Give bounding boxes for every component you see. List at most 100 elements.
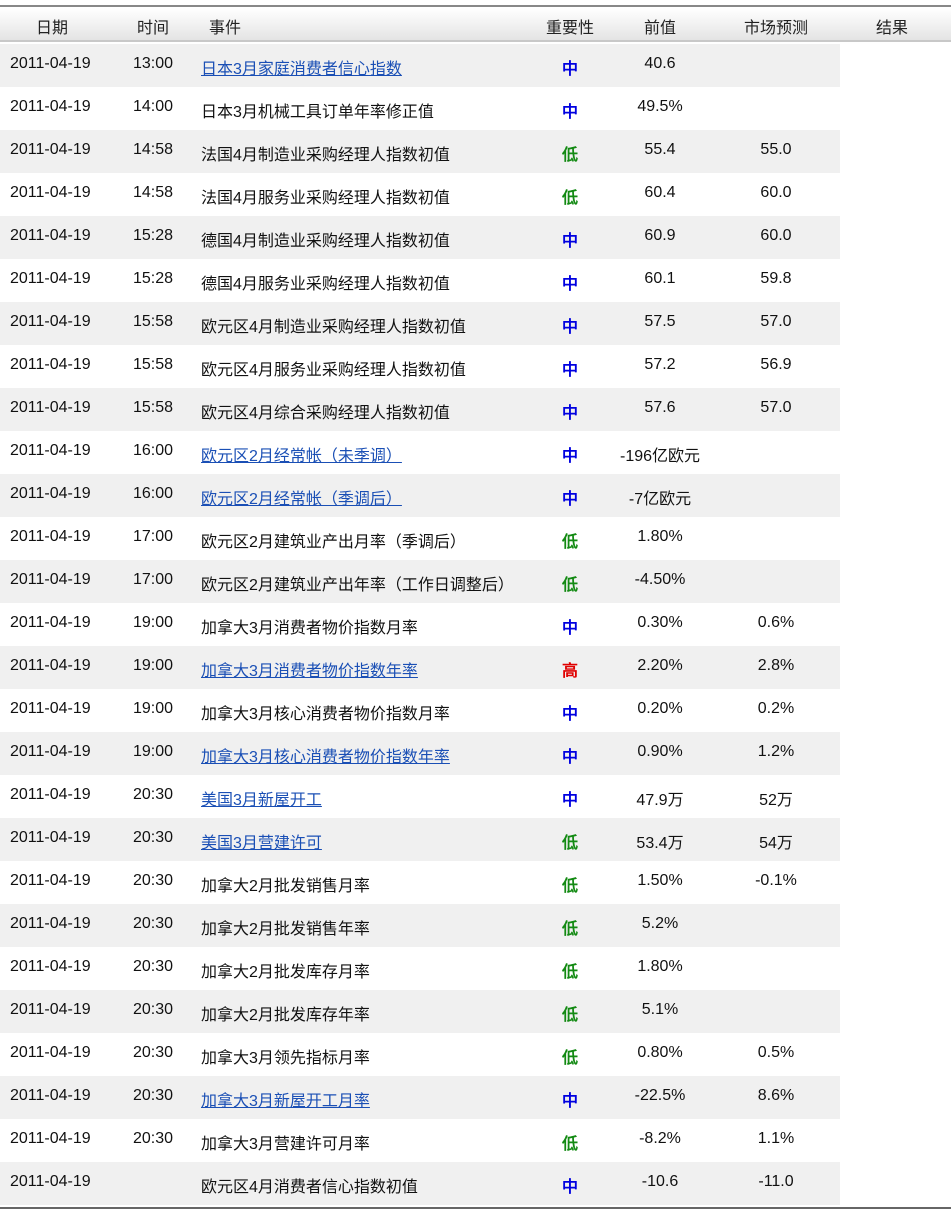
cell-event: 德国4月服务业采购经理人指数初值 bbox=[201, 276, 450, 293]
cell-previous: 55.4 bbox=[644, 141, 676, 158]
event-link[interactable]: 欧元区2月经常帐（季调后） bbox=[201, 485, 402, 509]
cell-event: 加拿大3月领先指标月率 bbox=[201, 1050, 370, 1067]
table-row: 2011-04-19 19:00 加拿大3月核心消费者物价指数年率 中 0.90% 1.2… bbox=[0, 732, 951, 775]
cell-time: 17:00 bbox=[133, 528, 174, 545]
cell-forecast: 57.0 bbox=[760, 313, 792, 330]
table-row: 2011-04-19 14:58 法国4月服务业采购经理人指数初值 低 60.4 60.0 bbox=[0, 173, 951, 216]
cell-forecast: 1.1% bbox=[757, 1130, 795, 1147]
importance-badge: 低 bbox=[561, 1136, 579, 1153]
cell-previous: -22.5% bbox=[634, 1087, 686, 1104]
importance-badge: 中 bbox=[561, 491, 579, 508]
importance-badge: 低 bbox=[561, 1050, 579, 1067]
importance-badge: 中 bbox=[561, 706, 579, 723]
cell-date: 2011-04-19 bbox=[10, 829, 91, 846]
cell-event: 加拿大3月营建许可月率 bbox=[201, 1136, 370, 1153]
cell-previous: 57.6 bbox=[644, 399, 676, 416]
cell-date: 2011-04-19 bbox=[10, 313, 91, 330]
cell-date: 2011-04-19 bbox=[10, 1001, 91, 1018]
row-background bbox=[0, 646, 840, 689]
cell-date: 2011-04-19 bbox=[10, 700, 91, 717]
cell-time: 14:00 bbox=[133, 98, 174, 115]
cell-forecast: -11.0 bbox=[758, 1173, 794, 1190]
importance-badge: 低 bbox=[561, 964, 579, 981]
cell-forecast: 52万 bbox=[759, 792, 793, 809]
table-row: 2011-04-19 20:30 美国3月新屋开工 中 47.9万 52万 bbox=[0, 775, 951, 818]
table-row: 2011-04-19 20:30 加拿大2月批发库存年率 低 5.1% bbox=[0, 990, 951, 1033]
cell-date: 2011-04-19 bbox=[10, 1044, 91, 1061]
event-link[interactable]: 美国3月新屋开工 bbox=[201, 786, 322, 810]
cell-time: 15:58 bbox=[133, 399, 174, 416]
importance-badge: 低 bbox=[561, 534, 579, 551]
cell-forecast: 1.2% bbox=[757, 743, 795, 760]
importance-badge: 低 bbox=[561, 147, 579, 164]
cell-date: 2011-04-19 bbox=[10, 528, 91, 545]
table-row: 2011-04-19 20:30 加拿大3月营建许可月率 低 -8.2% 1.1% bbox=[0, 1119, 951, 1162]
cell-date: 2011-04-19 bbox=[10, 141, 91, 158]
cell-previous: 1.50% bbox=[637, 872, 683, 889]
header-previous: 前值 bbox=[643, 20, 677, 37]
cell-date: 2011-04-19 bbox=[10, 915, 91, 932]
row-background bbox=[0, 904, 840, 947]
cell-forecast: 0.6% bbox=[757, 614, 795, 631]
cell-date: 2011-04-19 bbox=[10, 1087, 91, 1104]
cell-previous: 0.80% bbox=[637, 1044, 683, 1061]
row-background bbox=[0, 1076, 840, 1119]
cell-date: 2011-04-19 bbox=[10, 614, 91, 631]
importance-badge: 中 bbox=[561, 61, 579, 78]
events-table: 2011-04-19 13:00 日本3月家庭消费者信心指数中 40.6 2011-04… bbox=[0, 44, 951, 1205]
cell-forecast: 0.5% bbox=[757, 1044, 795, 1061]
cell-time: 15:58 bbox=[133, 313, 174, 330]
importance-badge: 中 bbox=[561, 319, 579, 336]
table-header: 日期 时间 事件 重要性 前值 市场预测 结果 bbox=[0, 8, 951, 42]
header-event: 事件 bbox=[209, 20, 242, 37]
cell-event: 欧元区4月制造业采购经理人指数初值 bbox=[201, 319, 466, 336]
importance-badge: 中 bbox=[561, 104, 579, 121]
cell-previous: 5.1% bbox=[641, 1001, 679, 1018]
table-row: 2011-04-19 19:00 加拿大3月消费者物价指数年率 高 2.20% 2.8% bbox=[0, 646, 951, 689]
cell-forecast: 54万 bbox=[759, 835, 793, 852]
event-link[interactable]: 加拿大3月消费者物价指数年率 bbox=[201, 657, 418, 681]
event-link[interactable]: 欧元区2月经常帐（未季调） bbox=[201, 442, 402, 466]
table-row: 2011-04-19 15:58 欧元区4月综合采购经理人指数初值 中 57.6 57.0 bbox=[0, 388, 951, 431]
table-row: 2011-04-19 17:00 欧元区2月建筑业产出月率（季调后） 低 1.80% bbox=[0, 517, 951, 560]
cell-forecast: 2.8% bbox=[757, 657, 795, 674]
cell-previous: 2.20% bbox=[637, 657, 683, 674]
event-link[interactable]: 加拿大3月新屋开工月率 bbox=[201, 1087, 370, 1111]
cell-event: 欧元区2月建筑业产出月率（季调后） bbox=[201, 534, 466, 551]
cell-date: 2011-04-19 bbox=[10, 571, 91, 588]
cell-time: 17:00 bbox=[133, 571, 174, 588]
cell-previous: -8.2% bbox=[639, 1130, 681, 1147]
table-row: 2011-04-19 15:28 德国4月服务业采购经理人指数初值 中 60.1 59.8 bbox=[0, 259, 951, 302]
importance-badge: 低 bbox=[561, 1007, 579, 1024]
event-link[interactable]: 加拿大3月核心消费者物价指数年率 bbox=[201, 743, 450, 767]
cell-event: 欧元区4月综合采购经理人指数初值 bbox=[201, 405, 450, 422]
cell-previous: 60.1 bbox=[644, 270, 676, 287]
table-row: 2011-04-19 19:00 加拿大3月消费者物价指数月率 中 0.30% 0.6% bbox=[0, 603, 951, 646]
cell-previous: -7亿欧元 bbox=[628, 491, 692, 508]
table-row: 2011-04-19 14:00 日本3月机械工具订单年率修正值 中 49.5% bbox=[0, 87, 951, 130]
cell-date: 2011-04-19 bbox=[10, 399, 91, 416]
event-link[interactable]: 美国3月营建许可 bbox=[201, 829, 322, 853]
table-row: 2011-04-19 19:00 加拿大3月核心消费者物价指数月率 中 0.20% 0.2… bbox=[0, 689, 951, 732]
cell-time: 19:00 bbox=[133, 614, 174, 631]
cell-time: 14:58 bbox=[133, 184, 174, 201]
table-row: 2011-04-19 15:58 欧元区4月制造业采购经理人指数初值 中 57.5 57.… bbox=[0, 302, 951, 345]
cell-previous: -10.6 bbox=[641, 1173, 679, 1190]
cell-previous: 40.6 bbox=[644, 55, 676, 72]
cell-date: 2011-04-19 bbox=[10, 872, 91, 889]
cell-event: 加拿大2月批发销售年率 bbox=[201, 921, 370, 938]
cell-event: 欧元区2月建筑业产出年率（工作日调整后） bbox=[201, 577, 514, 594]
importance-badge: 低 bbox=[561, 577, 579, 594]
cell-time: 15:28 bbox=[133, 270, 174, 287]
cell-time: 20:30 bbox=[133, 1087, 174, 1104]
cell-date: 2011-04-19 bbox=[10, 786, 91, 803]
cell-time: 20:30 bbox=[133, 1130, 174, 1147]
cell-previous: 0.30% bbox=[637, 614, 683, 631]
event-link[interactable]: 日本3月家庭消费者信心指数 bbox=[201, 55, 402, 79]
cell-forecast: 56.9 bbox=[760, 356, 792, 373]
cell-previous: -196亿欧元 bbox=[619, 448, 701, 465]
cell-event: 加拿大3月消费者物价指数月率 bbox=[201, 620, 418, 637]
importance-badge: 中 bbox=[561, 749, 579, 766]
cell-time: 20:30 bbox=[133, 786, 174, 803]
cell-event: 欧元区4月消费者信心指数初值 bbox=[201, 1179, 418, 1196]
